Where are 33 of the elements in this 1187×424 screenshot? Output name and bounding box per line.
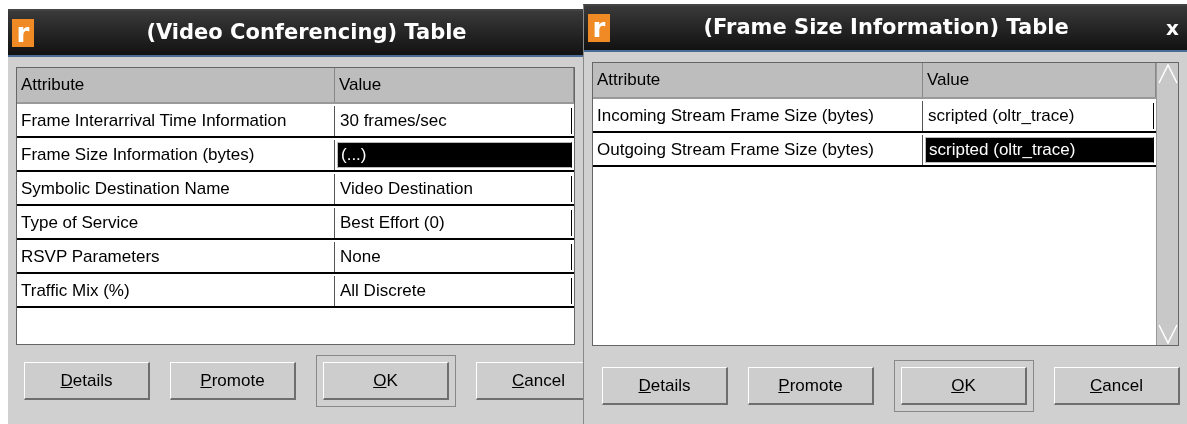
value-cell[interactable]: 30 frames/sec [337,108,572,134]
value-cell[interactable]: scripted (oltr_trace) [925,103,1154,129]
attribute-cell: Outgoing Stream Frame Size (bytes) [593,135,923,165]
attribute-cell: Symbolic Destination Name [17,174,335,204]
dialog-button[interactable]: Promote [748,367,874,405]
attribute-cell: Frame Size Information (bytes) [17,140,335,170]
attribute-cell: RSVP Parameters [17,242,335,272]
close-button[interactable]: x [1162,13,1183,43]
dialog-button[interactable]: OK [901,367,1027,405]
value-cell[interactable]: All Discrete [337,278,572,304]
dialog-button[interactable]: OK [323,362,449,400]
scroll-down-icon[interactable] [1157,323,1179,345]
dialog-button[interactable]: Cancel [1054,367,1180,405]
dialog-button[interactable]: Cancel [476,362,583,400]
app-icon: r [12,19,34,47]
scroll-up-icon[interactable] [1157,63,1179,85]
attribute-cell: Type of Service [17,208,335,238]
attribute-cell: Frame Interarrival Time Information [17,106,335,136]
dialog-button[interactable]: Details [602,367,728,405]
column-header[interactable]: Attribute [17,68,335,102]
column-header[interactable]: Value [335,68,574,102]
window-title: (Video Conferencing) Table [145,19,468,47]
column-header[interactable]: Attribute [593,63,923,97]
value-cell[interactable]: (...) [337,142,572,168]
vertical-scrollbar[interactable] [1156,63,1178,345]
value-cell[interactable]: Video Destination [337,176,572,202]
attribute-cell: Incoming Stream Frame Size (bytes) [593,101,923,131]
window-title: (Frame Size Information) Table [702,14,1070,42]
app-icon: r [588,14,610,42]
dialog-button[interactable]: Details [24,362,150,400]
attribute-cell: Traffic Mix (%) [17,276,335,306]
dialog-button[interactable]: Promote [170,362,296,400]
value-cell[interactable]: scripted (oltr_trace) [925,137,1154,163]
